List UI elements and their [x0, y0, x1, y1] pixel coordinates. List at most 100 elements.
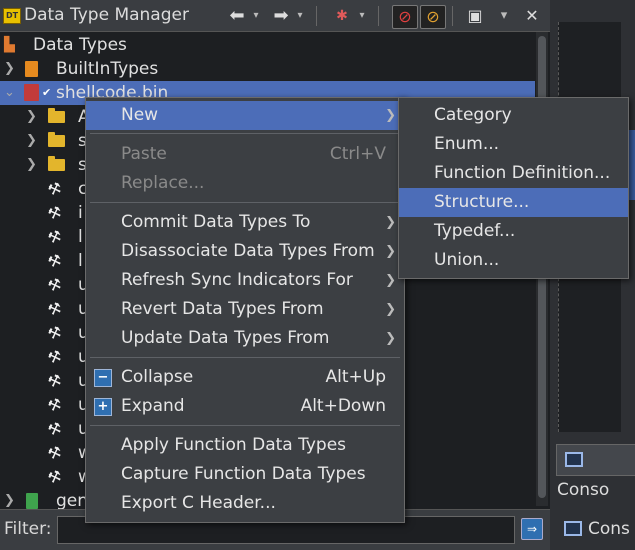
- menu-item-revert[interactable]: Revert Data Types From ❯: [86, 295, 404, 324]
- submenu-item-typedef[interactable]: Typedef...: [399, 217, 628, 246]
- monitor-icon: [565, 452, 583, 467]
- submenu-item-function-definition-label: Function Definition...: [434, 163, 611, 183]
- menu-item-revert-label: Revert Data Types From: [121, 299, 324, 319]
- submenu-item-structure[interactable]: Structure...: [399, 188, 628, 217]
- menu-item-export-label: Export C Header...: [121, 493, 276, 513]
- menu-separator: [90, 425, 400, 426]
- chevron-right-icon: ❯: [385, 331, 396, 346]
- menu-item-export[interactable]: Export C Header...: [86, 489, 404, 518]
- chevron-right-icon: ❯: [385, 302, 396, 317]
- submenu-item-enum-label: Enum...: [434, 134, 500, 154]
- menu-item-collapse[interactable]: − Collapse Alt+Up: [86, 363, 404, 392]
- submenu-item-category[interactable]: Category: [399, 101, 628, 130]
- menu-item-expand-shortcut: Alt+Down: [300, 396, 386, 416]
- folder-icon: [48, 156, 65, 171]
- hammer-icon: ⚒: [45, 418, 65, 440]
- data-type-manager-icon: DT: [3, 8, 21, 24]
- menu-separator: [90, 357, 400, 358]
- chevron-right-icon: ❯: [385, 244, 396, 259]
- toolbar-separator: [452, 6, 453, 26]
- submenu-item-enum[interactable]: Enum...: [399, 130, 628, 159]
- hammer-icon: ⚒: [45, 178, 65, 200]
- forward-button[interactable]: ➡: [270, 5, 292, 27]
- program-archive-icon: [24, 84, 39, 101]
- menu-item-capture[interactable]: Capture Function Data Types: [86, 460, 404, 489]
- chevron-right-icon: ❯: [26, 109, 37, 124]
- no-pointers-icon: ⊘: [426, 7, 440, 26]
- forward-dropdown-caret[interactable]: ▾: [294, 5, 306, 27]
- menu-item-apply-label: Apply Function Data Types: [121, 435, 347, 455]
- submenu-item-union[interactable]: Union...: [399, 246, 628, 275]
- arrow-left-icon: ⬅: [229, 5, 245, 26]
- close-button[interactable]: ✕: [521, 5, 543, 27]
- submenu-item-typedef-label: Typedef...: [434, 221, 516, 241]
- menu-item-commit[interactable]: Commit Data Types To ❯: [86, 208, 404, 237]
- filter-options-icon: ⇒: [526, 522, 538, 536]
- tree-root-data-types[interactable]: ▙ Data Types: [0, 33, 535, 57]
- archive-dropdown-caret[interactable]: ▾: [356, 5, 368, 27]
- menu-item-new[interactable]: New ❯: [86, 101, 404, 130]
- menu-item-paste[interactable]: Paste Ctrl+V: [86, 140, 404, 169]
- view-menu-caret[interactable]: ▾: [496, 5, 512, 27]
- chevron-down-icon: ⌄: [4, 85, 15, 100]
- hammer-icon: ⚒: [45, 250, 65, 272]
- console-tab-2-label: Cons: [588, 519, 630, 539]
- window-icon: ▣: [467, 6, 483, 25]
- filter-arrays-toggle[interactable]: ⊘: [392, 5, 418, 29]
- chevron-right-icon: ❯: [385, 273, 396, 288]
- menu-item-replace[interactable]: Replace...: [86, 169, 404, 198]
- app-window: Conso Cons DT Data Type Manager ⬅ ▾ ➡ ▾ …: [0, 0, 635, 550]
- submenu-item-function-definition[interactable]: Function Definition...: [399, 159, 628, 188]
- datatype-label: l: [78, 227, 83, 247]
- console-tab-1-label: Conso: [557, 480, 610, 500]
- arrow-right-icon: ➡: [273, 5, 289, 26]
- chevron-right-icon: ❯: [4, 61, 15, 76]
- monitor-icon: [564, 521, 582, 536]
- menu-item-new-label: New: [121, 105, 159, 125]
- submenu-item-union-label: Union...: [434, 250, 500, 270]
- chevron-right-icon: ❯: [26, 157, 37, 172]
- panel-title: Data Type Manager: [24, 5, 189, 25]
- hammer-icon: ⚒: [45, 346, 65, 368]
- hammer-icon: ⚒: [45, 466, 65, 488]
- hammer-icon: ⚒: [45, 298, 65, 320]
- menu-item-update-label: Update Data Types From: [121, 328, 330, 348]
- chevron-right-icon: ❯: [385, 215, 396, 230]
- menu-item-collapse-label: Collapse: [121, 367, 194, 387]
- menu-item-disassociate-label: Disassociate Data Types From: [121, 241, 375, 261]
- open-archive-button[interactable]: ✱: [330, 5, 354, 27]
- collapse-icon: −: [94, 369, 112, 387]
- console-tab-2[interactable]: Cons: [556, 514, 635, 544]
- hammer-icon: ⚒: [45, 442, 65, 464]
- back-button[interactable]: ⬅: [226, 5, 248, 27]
- menu-item-refresh[interactable]: Refresh Sync Indicators For ❯: [86, 266, 404, 295]
- context-menu: New ❯ Paste Ctrl+V Replace... Commit Dat…: [85, 97, 405, 523]
- menu-item-apply[interactable]: Apply Function Data Types: [86, 431, 404, 460]
- menu-item-disassociate[interactable]: Disassociate Data Types From ❯: [86, 237, 404, 266]
- submenu-item-structure-label: Structure...: [434, 192, 530, 212]
- menu-item-commit-label: Commit Data Types To: [121, 212, 311, 232]
- back-dropdown-caret[interactable]: ▾: [250, 5, 262, 27]
- menu-item-update[interactable]: Update Data Types From ❯: [86, 324, 404, 353]
- menu-item-expand[interactable]: + Expand Alt+Down: [86, 392, 404, 421]
- new-submenu: Category Enum... Function Definition... …: [398, 97, 629, 279]
- data-types-root-icon: ▙: [4, 37, 15, 53]
- tree-item-builtin[interactable]: ❯ BuiltInTypes: [0, 57, 535, 81]
- menu-separator: [90, 133, 400, 134]
- tree-nodes-icon: ✱: [336, 8, 348, 24]
- filter-options-button[interactable]: ⇒: [521, 518, 543, 540]
- menu-item-paste-label: Paste: [121, 144, 167, 164]
- builtin-archive-icon: [25, 61, 38, 77]
- menu-separator: [90, 202, 400, 203]
- hammer-icon: ⚒: [45, 394, 65, 416]
- chevron-right-icon: ❯: [26, 133, 37, 148]
- restore-button[interactable]: ▣: [464, 5, 486, 27]
- filter-pointers-toggle[interactable]: ⊘: [420, 5, 446, 29]
- console-tab-1[interactable]: Conso: [556, 444, 635, 500]
- menu-item-refresh-label: Refresh Sync Indicators For: [121, 270, 353, 290]
- toolbar-separator: [316, 6, 317, 26]
- filter-label: Filter:: [4, 519, 52, 539]
- menu-item-replace-label: Replace...: [121, 173, 205, 193]
- folder-icon: [48, 108, 65, 123]
- generic-archive-icon: [26, 493, 38, 509]
